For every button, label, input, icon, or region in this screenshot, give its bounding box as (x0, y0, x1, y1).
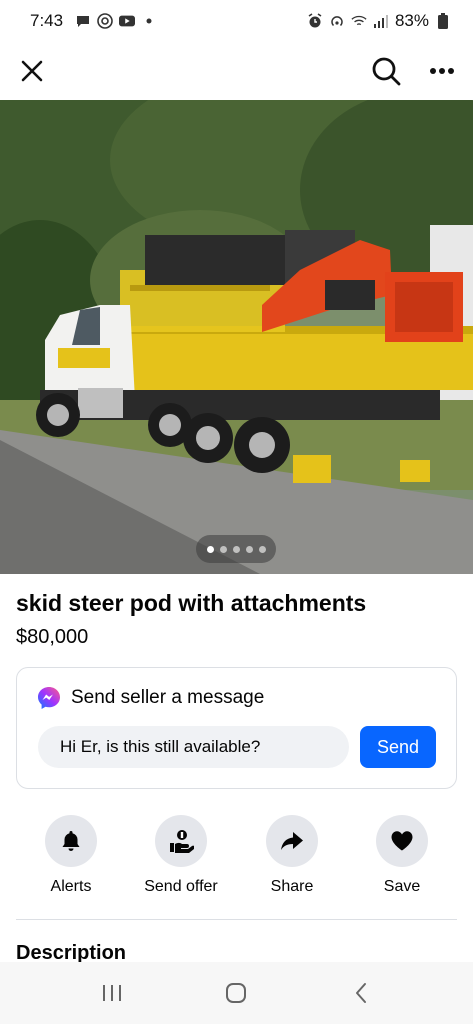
section-divider (16, 919, 457, 920)
battery-percent: 83% (394, 11, 429, 30)
chat-bubble-icon (75, 13, 91, 29)
close-button[interactable] (18, 57, 46, 85)
send-button[interactable]: Send (360, 726, 436, 768)
message-seller-card: Send seller a message Hi Er, is this sti… (16, 667, 457, 789)
back-button[interactable] (341, 973, 381, 1013)
back-chevron-icon (355, 983, 366, 1003)
messenger-icon (38, 687, 60, 709)
alerts-circle (45, 815, 97, 867)
youtube-icon (119, 13, 136, 29)
alerts-label: Alerts (50, 878, 92, 895)
search-icon (372, 57, 401, 86)
heart-icon (391, 831, 413, 851)
recent-apps-button[interactable] (92, 973, 132, 1013)
hotspot-icon (329, 13, 345, 29)
more-options-button[interactable] (427, 56, 457, 86)
photo-pagination[interactable] (196, 535, 276, 563)
system-nav-bar (0, 962, 473, 1024)
home-icon (226, 983, 247, 1003)
action-row: Alerts Send offer Share Save (16, 815, 457, 905)
signal-icon (373, 13, 389, 29)
share-arrow-icon (281, 832, 303, 850)
save-circle (376, 815, 428, 867)
recent-apps-icon (103, 985, 122, 1001)
listing-title: skid steer pod with attachments (16, 590, 367, 616)
send-offer-circle (155, 815, 207, 867)
alerts-button[interactable]: Alerts (16, 815, 126, 896)
photo-dot[interactable] (206, 545, 214, 553)
send-offer-label: Send offer (144, 878, 218, 895)
message-heading-row: Send seller a message (37, 686, 264, 710)
alarm-icon (307, 13, 323, 29)
photo-dot[interactable] (245, 545, 253, 553)
home-button[interactable] (216, 973, 256, 1013)
top-bar (0, 42, 473, 100)
at-sign-icon (97, 13, 113, 29)
message-input[interactable]: Hi Er, is this still available? (38, 726, 349, 768)
close-icon (21, 60, 43, 82)
wifi-icon (351, 13, 367, 29)
share-circle (266, 815, 318, 867)
listing-price: $80,000 (16, 626, 89, 648)
battery-icon (435, 13, 451, 29)
photo-dot[interactable] (232, 545, 240, 553)
message-heading: Send seller a message (71, 687, 265, 708)
more-dots-icon (430, 68, 454, 74)
truck-photo (0, 100, 473, 574)
save-button[interactable]: Save (347, 815, 457, 896)
search-button[interactable] (371, 56, 401, 86)
share-button[interactable]: Share (237, 815, 347, 896)
photo-dot[interactable] (258, 545, 266, 553)
bell-icon (62, 831, 80, 851)
listing-photo[interactable] (0, 100, 473, 574)
dot-icon (141, 13, 157, 29)
share-label: Share (270, 878, 314, 895)
status-time: 7:43 (30, 11, 64, 30)
save-label: Save (383, 878, 421, 895)
photo-dot[interactable] (219, 545, 227, 553)
offer-icon (170, 830, 194, 853)
send-offer-button[interactable]: Send offer (126, 815, 236, 896)
status-bar: 7:43 83% (0, 0, 473, 42)
